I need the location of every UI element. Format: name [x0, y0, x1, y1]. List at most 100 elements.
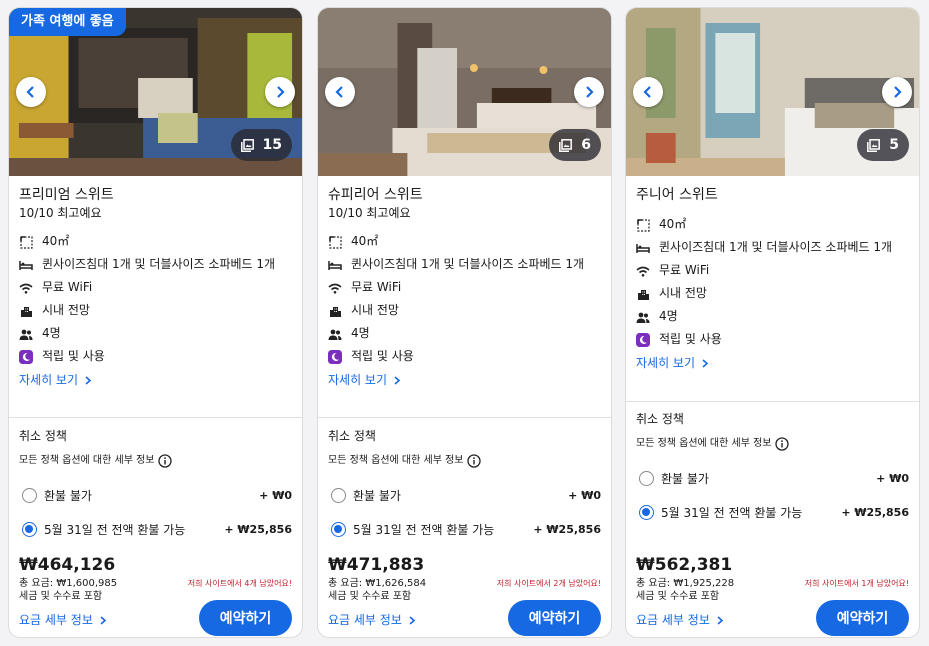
prev-photo-button[interactable]: [633, 77, 663, 107]
feature-rewards: 적립 및 사용: [19, 349, 292, 364]
availability-note: 저희 사이트에서 4개 남았어요!: [187, 579, 292, 588]
area-icon: [636, 218, 650, 232]
info-icon[interactable]: [157, 454, 172, 468]
cancel-title: 취소 정책: [19, 429, 67, 443]
city-icon: [19, 304, 33, 318]
room-name: 슈피리어 스위트: [328, 187, 423, 203]
chevron-right-icon: [894, 86, 902, 98]
availability-note: 저희 사이트에서 1개 남았어요!: [804, 579, 909, 588]
feature-city-view: 시내 전망: [328, 303, 601, 318]
feature-bed: 퀸사이즈침대 1개 및 더블사이즈 소파베드 1개: [19, 257, 292, 272]
radio-nonrefundable[interactable]: [331, 487, 346, 503]
photo-count-button[interactable]: 6: [549, 129, 601, 161]
chevron-right-icon: [409, 616, 416, 625]
wifi-icon: [328, 281, 342, 295]
people-icon: [328, 327, 342, 341]
next-photo-button[interactable]: [882, 77, 912, 107]
feature-rewards: 적립 및 사용: [636, 332, 909, 347]
radio-refundable[interactable]: [639, 504, 654, 520]
option-refundable[interactable]: 5월 31일 전 전액 환불 가능 + ₩25,856: [328, 520, 601, 538]
option-refundable[interactable]: 5월 31일 전 전액 환불 가능 + ₩25,856: [636, 503, 909, 521]
nightly-price: ₩464,126: [19, 555, 116, 575]
feature-area: 40㎡: [636, 217, 909, 232]
feature-occupancy: 4명: [328, 326, 601, 341]
feature-rewards: 적립 및 사용: [328, 349, 601, 364]
radio-refundable[interactable]: [22, 521, 37, 537]
gallery-icon: [559, 138, 573, 152]
availability-note: 저희 사이트에서 2개 남았어요!: [496, 579, 601, 588]
feature-occupancy: 4명: [19, 326, 292, 341]
feature-occupancy: 4명: [636, 309, 909, 324]
divider: [9, 417, 302, 418]
chevron-right-icon: [586, 86, 594, 98]
reserve-button[interactable]: 예약하기: [816, 600, 909, 636]
feature-wifi: 무료 WiFi: [328, 280, 601, 295]
room-photo[interactable]: 6: [318, 8, 611, 176]
policy-info: 모든 정책 옵션에 대한 세부 정보: [636, 437, 909, 451]
room-card-premium-suite: 가족 여행에 좋음 15 프리미엄 스위트 10/10 최고예요 40㎡ 퀸사이…: [8, 7, 303, 638]
rewards-icon: [328, 350, 342, 364]
nightly-price: ₩471,883: [328, 555, 425, 575]
bed-icon: [19, 258, 33, 272]
cancellation-policy: 취소 정책 모든 정책 옵션에 대한 세부 정보 환불 불가 + ₩0 5월 3…: [19, 428, 292, 538]
more-details-link[interactable]: 자세히 보기: [19, 372, 292, 388]
nightly-price: ₩562,381: [636, 555, 733, 575]
wifi-icon: [636, 264, 650, 278]
price-details-link[interactable]: 요금 세부 정보: [636, 612, 724, 628]
feature-area: 40㎡: [328, 234, 601, 249]
reserve-button[interactable]: 예약하기: [508, 600, 601, 636]
chevron-left-icon: [335, 86, 343, 98]
room-name: 프리미엄 스위트: [19, 187, 114, 203]
room-rating: 10/10 최고예요: [19, 206, 102, 220]
radio-refundable[interactable]: [331, 521, 346, 537]
chevron-left-icon: [643, 86, 651, 98]
price-section: ₩471,883 총 요금: ₩1,626,584 세금 및 수수료 포함 저희…: [328, 555, 601, 636]
divider: [626, 401, 919, 402]
gallery-icon: [867, 138, 881, 152]
feature-bed: 퀸사이즈침대 1개 및 더블사이즈 소파베드 1개: [328, 257, 601, 272]
feature-city-view: 시내 전망: [19, 303, 292, 318]
info-icon[interactable]: [774, 437, 789, 451]
room-card-superior-suite: 6 슈피리어 스위트 10/10 최고예요 40㎡ 퀸사이즈침대 1개 및 더블…: [317, 7, 612, 638]
room-photo[interactable]: 가족 여행에 좋음 15: [9, 8, 302, 176]
price-details-link[interactable]: 요금 세부 정보: [328, 612, 416, 628]
option-nonrefundable[interactable]: 환불 불가 + ₩0: [328, 486, 601, 504]
next-photo-button[interactable]: [265, 77, 295, 107]
area-icon: [19, 235, 33, 249]
option-refundable[interactable]: 5월 31일 전 전액 환불 가능 + ₩25,856: [19, 520, 292, 538]
info-icon[interactable]: [466, 454, 481, 468]
photo-count: 5: [889, 137, 899, 153]
more-details-link[interactable]: 자세히 보기: [636, 355, 909, 371]
cancel-title: 취소 정책: [636, 412, 684, 426]
radio-nonrefundable[interactable]: [639, 470, 654, 486]
feature-wifi: 무료 WiFi: [636, 263, 909, 278]
price-section: ₩562,381 총 요금: ₩1,925,228 세금 및 수수료 포함 저희…: [636, 555, 909, 636]
next-photo-button[interactable]: [574, 77, 604, 107]
chevron-left-icon: [26, 86, 34, 98]
more-details-link[interactable]: 자세히 보기: [328, 372, 601, 388]
radio-nonrefundable[interactable]: [22, 487, 37, 503]
prev-photo-button[interactable]: [16, 77, 46, 107]
family-badge: 가족 여행에 좋음: [9, 8, 126, 36]
price-section: ₩464,126 총 요금: ₩1,600,985 세금 및 수수료 포함 저희…: [19, 555, 292, 636]
people-icon: [636, 310, 650, 324]
option-nonrefundable[interactable]: 환불 불가 + ₩0: [636, 469, 909, 487]
photo-count-button[interactable]: 15: [230, 129, 292, 161]
prev-photo-button[interactable]: [325, 77, 355, 107]
cancel-title: 취소 정책: [328, 429, 376, 443]
gallery-icon: [240, 138, 254, 152]
photo-count: 6: [581, 137, 591, 153]
price-details-link[interactable]: 요금 세부 정보: [19, 612, 107, 628]
option-nonrefundable[interactable]: 환불 불가 + ₩0: [19, 486, 292, 504]
room-name: 주니어 스위트: [636, 187, 718, 203]
policy-info: 모든 정책 옵션에 대한 세부 정보: [19, 454, 292, 468]
photo-count-button[interactable]: 5: [857, 129, 909, 161]
feature-city-view: 시내 전망: [636, 286, 909, 301]
chevron-right-icon: [277, 86, 285, 98]
room-rating: 10/10 최고예요: [328, 206, 411, 220]
feature-wifi: 무료 WiFi: [19, 280, 292, 295]
wifi-icon: [19, 281, 33, 295]
room-photo[interactable]: 5: [626, 8, 919, 176]
reserve-button[interactable]: 예약하기: [199, 600, 292, 636]
chevron-right-icon: [100, 616, 107, 625]
